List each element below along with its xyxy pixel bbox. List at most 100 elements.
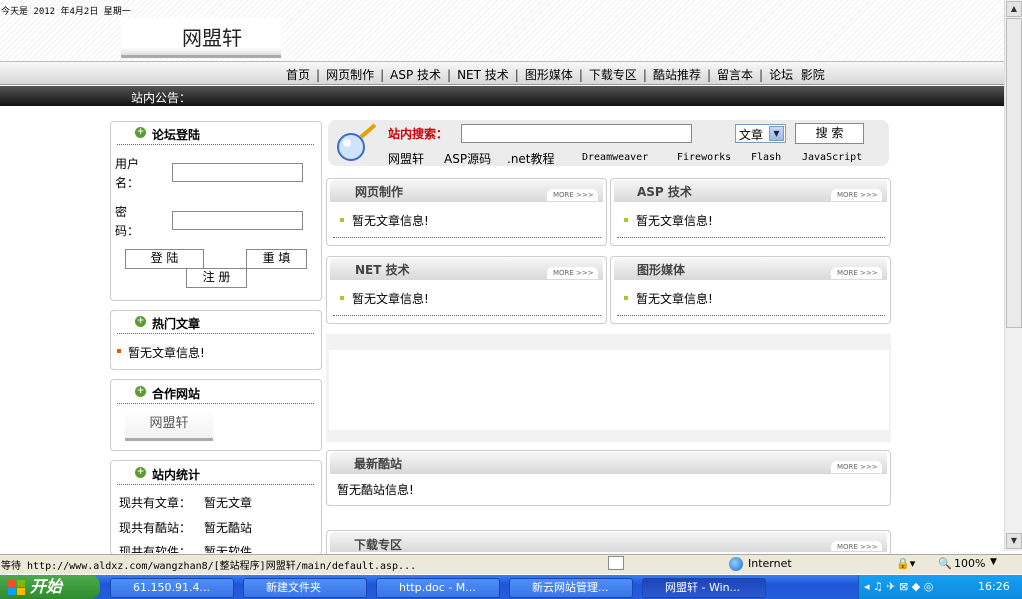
reset-button[interactable]: 重 填 <box>246 249 307 269</box>
taskbar-item[interactable]: http.doc - M... <box>376 578 500 598</box>
stats-label: 现共有软件： <box>119 545 192 553</box>
plus-icon: + <box>135 127 146 138</box>
stats-label: 现共有文章： <box>119 496 192 510</box>
nav-guestbook[interactable]: 留言本 <box>717 68 753 82</box>
windows-logo-icon <box>8 580 26 596</box>
nav-cinema[interactable]: 影院 <box>801 68 825 82</box>
bullet-icon <box>340 218 344 222</box>
plus-icon: + <box>135 316 146 327</box>
taskbar-item[interactable]: 新建文件夹 <box>243 578 367 598</box>
panel-title: 下载专区 <box>354 538 403 551</box>
lock-icon: 🔒▾ <box>896 557 916 570</box>
search-label: 站内搜索： <box>388 127 449 141</box>
taskbar-item-active[interactable]: 网盟轩 - Win... <box>642 578 766 598</box>
divider <box>617 315 885 316</box>
search-input[interactable] <box>461 124 692 143</box>
banner-area <box>329 350 889 430</box>
login-title: 论坛登陆 <box>152 128 201 142</box>
globe-icon <box>729 557 743 571</box>
scroll-up-icon[interactable]: ▲ <box>1006 1 1022 17</box>
notice-label: 站内公告： <box>131 91 192 105</box>
divider <box>333 315 601 316</box>
site-logo[interactable]: 网盟轩 <box>182 22 242 51</box>
bullet-icon <box>340 296 344 300</box>
hot-articles-empty: 暂无文章信息! <box>128 346 205 360</box>
username-label: 用户 名： <box>115 157 140 190</box>
clock[interactable]: 16:26 <box>978 580 1010 593</box>
divider <box>117 403 314 404</box>
panel-header <box>330 452 887 474</box>
divider <box>617 237 885 238</box>
panel-title: NET 技术 <box>355 263 410 277</box>
status-text: 等待 http://www.aldxz.com/wangzhan8/[整站程序]… <box>1 561 417 572</box>
taskbar-item[interactable]: 61.150.91.4... <box>110 578 234 598</box>
empty-message: 暂无文章信息! <box>636 292 713 306</box>
date-text: 今天是 2012 年4月2日 星期一 <box>1 7 131 17</box>
nav-net[interactable]: NET 技术 <box>457 68 509 82</box>
stats-value: 暂无酷站 <box>204 521 253 535</box>
panel-title: 最新酷站 <box>354 457 403 471</box>
nav-asp[interactable]: ASP 技术 <box>390 68 441 82</box>
more-link[interactable]: MORE >>> <box>547 267 598 279</box>
security-zone: Internet <box>748 557 792 570</box>
password-input[interactable] <box>172 211 303 230</box>
bullet-icon <box>117 349 121 353</box>
search-link[interactable]: JavaScript <box>802 152 862 163</box>
scroll-down-icon[interactable]: ▼ <box>1006 533 1022 549</box>
more-link[interactable]: MORE >>> <box>831 267 882 279</box>
nav-home[interactable]: 首页 <box>286 68 310 82</box>
empty-message: 暂无文章信息! <box>352 292 429 306</box>
panel-title: 网页制作 <box>355 185 404 199</box>
search-link[interactable]: Dreamweaver <box>582 152 648 163</box>
zoom-icon[interactable]: 🔍 <box>938 557 952 570</box>
magnifier-icon <box>337 123 377 161</box>
nav-forum[interactable]: 论坛 <box>769 68 793 82</box>
login-button[interactable]: 登 陆 <box>125 249 204 269</box>
stats-value: 暂无软件 <box>204 545 253 553</box>
plus-icon: + <box>135 467 146 478</box>
search-link[interactable]: Flash <box>751 152 781 163</box>
search-type-select[interactable]: 文章 ▼ <box>735 124 786 143</box>
more-link[interactable]: MORE >>> <box>831 189 882 201</box>
divider <box>333 237 601 238</box>
nav-webdesign[interactable]: 网页制作 <box>326 68 374 82</box>
partner-logo[interactable]: 网盟轩 <box>125 410 213 441</box>
nav-coolsites[interactable]: 酷站推荐 <box>653 68 701 82</box>
nav-downloads[interactable]: 下载专区 <box>589 68 637 82</box>
search-link[interactable]: .net教程 <box>507 150 555 167</box>
search-link[interactable]: Fireworks <box>677 152 731 163</box>
bullet-icon <box>624 218 628 222</box>
divider <box>117 144 314 145</box>
panel-header <box>330 532 887 552</box>
divider <box>117 333 314 334</box>
search-button[interactable]: 搜 索 <box>795 123 864 144</box>
stats-value: 暂无文章 <box>204 496 253 510</box>
scroll-thumb[interactable] <box>1006 18 1022 328</box>
page-icon <box>608 556 624 570</box>
tray-icons[interactable]: ◂ ♫ ✈ ⊠ ◆ ◎ <box>864 580 933 593</box>
bullet-icon <box>624 296 628 300</box>
username-input[interactable] <box>172 163 303 182</box>
panel-title: ASP 技术 <box>637 185 692 199</box>
nav-graphics[interactable]: 图形媒体 <box>525 68 573 82</box>
more-link[interactable]: MORE >>> <box>831 541 882 551</box>
search-link[interactable]: 网盟轩 <box>388 150 424 167</box>
empty-message: 暂无文章信息! <box>352 214 429 228</box>
taskbar-item[interactable]: 新云网站管理... <box>509 578 633 598</box>
zoom-level[interactable]: 100% <box>954 557 985 570</box>
chevron-down-icon[interactable]: ▼ <box>990 557 997 567</box>
search-link[interactable]: ASP源码 <box>444 150 491 167</box>
password-label: 密码： <box>115 205 140 238</box>
more-link[interactable]: MORE >>> <box>831 461 882 473</box>
nav-links: 首页 | 网页制作 | ASP 技术 | NET 技术 | 图形媒体 | 下载专区 | 酷站推荐 | 留言本… <box>286 68 825 82</box>
empty-message: 暂无文章信息! <box>636 214 713 228</box>
stats-title: 站内统计 <box>152 468 201 482</box>
stats-label: 现共有酷站： <box>119 521 192 535</box>
divider <box>117 484 314 485</box>
register-button[interactable]: 注 册 <box>186 268 247 288</box>
empty-message: 暂无酷站信息! <box>337 483 414 497</box>
chevron-down-icon[interactable]: ▼ <box>769 126 784 141</box>
vertical-scrollbar[interactable]: ▲ ▼ <box>1004 0 1022 551</box>
more-link[interactable]: MORE >>> <box>547 189 598 201</box>
partners-title: 合作网站 <box>152 387 201 401</box>
